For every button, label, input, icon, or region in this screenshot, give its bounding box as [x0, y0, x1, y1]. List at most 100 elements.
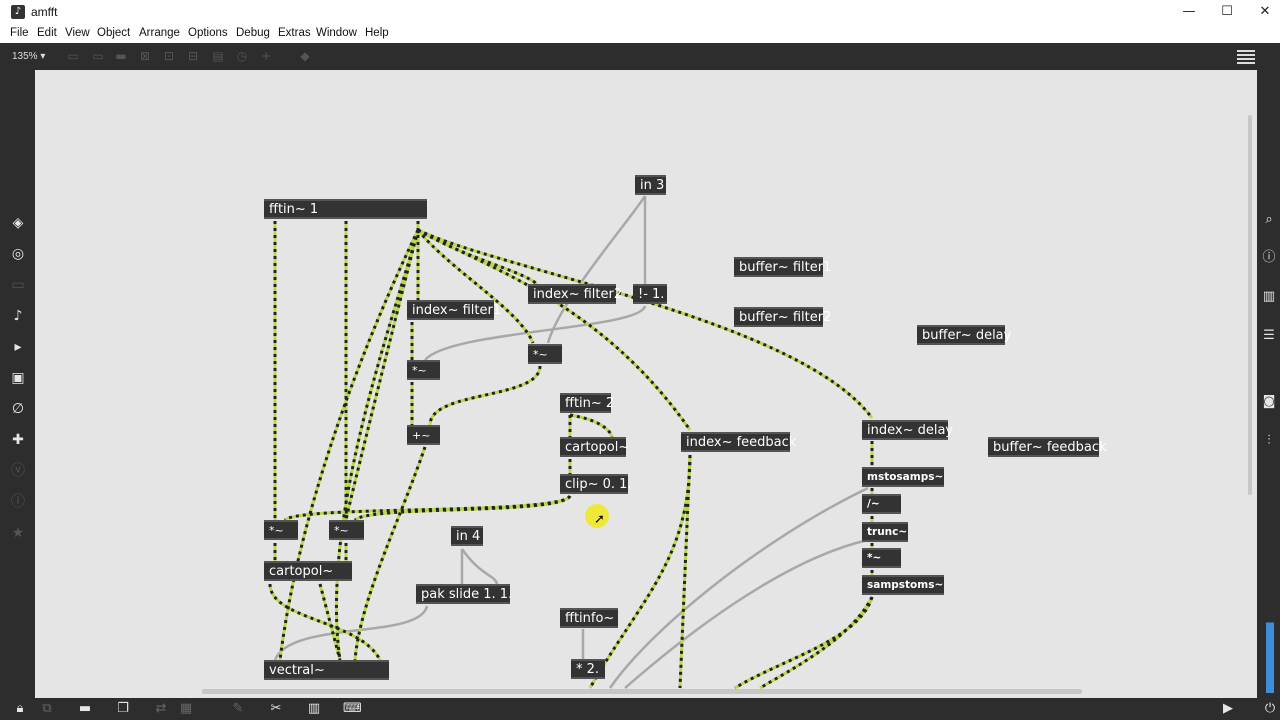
panel-icon[interactable]: ▭ — [8, 275, 28, 295]
vertical-scrollbar[interactable] — [1248, 115, 1252, 495]
multiply-signal-object[interactable]: *~ — [264, 520, 298, 540]
in-3-object[interactable]: in 3 — [635, 175, 666, 195]
horizontal-scrollbar[interactable] — [202, 689, 1082, 694]
grid-snap-icon[interactable]: ▦ — [177, 701, 195, 717]
play-grid-icon[interactable]: ▸ — [8, 337, 28, 357]
piano-icon[interactable]: ▥ — [305, 701, 323, 717]
multiply-object[interactable]: * 2. — [571, 659, 605, 679]
menu-object[interactable]: Object — [97, 27, 130, 39]
divide-signal-object[interactable]: /~ — [862, 494, 901, 514]
package-icon[interactable]: ◈ — [8, 213, 28, 233]
multiply-signal-object[interactable]: *~ — [407, 360, 440, 380]
vectral-object[interactable]: vectral~ — [264, 660, 389, 680]
new-comment-icon[interactable]: ▬ — [114, 49, 128, 63]
index-feedback-object[interactable]: index~ feedback — [681, 432, 796, 452]
patcher-canvas[interactable]: fftin~ 1 in 3 index~ filter2 !- 1. buffe… — [35, 70, 1257, 698]
new-number-icon[interactable]: ▤ — [211, 49, 225, 63]
buffer-feedback-object[interactable]: buffer~ feedback — [988, 437, 1107, 457]
index-delay-object[interactable]: index~ delay — [862, 420, 953, 440]
mixer-icon[interactable]: ⫶ — [1259, 431, 1279, 451]
buffer-filter2-object[interactable]: buffer~ filter2 — [734, 307, 831, 327]
right-sidebar: ⌕ ⓘ ▥ ☰ ◙ ⫶ — [1257, 70, 1280, 698]
buffer-delay-object[interactable]: buffer~ delay — [917, 325, 1011, 345]
buffer-filter1-object[interactable]: buffer~ filter1 — [734, 257, 831, 277]
mouse-pointer-icon: ➚ — [594, 512, 605, 527]
menu-view[interactable]: View — [65, 27, 90, 39]
in-4-object[interactable]: in 4 — [451, 526, 483, 546]
index-filter1-object[interactable]: index~ filter1 — [407, 300, 501, 320]
add-signal-object[interactable]: +~ — [407, 425, 440, 445]
lock-icon[interactable]: 🔒︎ — [11, 701, 29, 717]
power-icon[interactable]: ⏻ — [1261, 701, 1279, 717]
menu-bar: File Edit View Object Arrange Options De… — [0, 24, 1280, 43]
menu-debug[interactable]: Debug — [236, 27, 270, 39]
search-icon[interactable]: ⌕ — [1259, 210, 1279, 230]
new-object-icon[interactable]: ▭ — [66, 49, 80, 63]
patch-cords — [268, 195, 874, 690]
patcher-toolbar: 135% ▾ ▭ ▭ ▬ ⊠ ⊡ ⊟ ▤ ◷ + ◆ — [0, 43, 1280, 70]
info-circle-icon[interactable]: ⓘ — [8, 492, 28, 512]
cartopol-object[interactable]: cartopol~ — [560, 437, 629, 457]
menu-help[interactable]: Help — [365, 27, 389, 39]
sampstoms-object[interactable]: sampstoms~ — [862, 575, 944, 595]
new-slider-icon[interactable]: ⊟ — [186, 49, 200, 63]
star-icon[interactable]: ★ — [8, 523, 28, 543]
menu-extras[interactable]: Extras — [278, 27, 311, 39]
index-filter2-object[interactable]: index~ filter2 — [528, 284, 622, 304]
zoom-level[interactable]: 135% ▾ — [12, 51, 45, 62]
cord-in4-pak-2 — [460, 548, 499, 585]
new-button-icon[interactable]: ⊠ — [138, 49, 152, 63]
keyboard-icon[interactable]: ⌨ — [343, 701, 362, 717]
presentation-icon[interactable]: ⧉ — [38, 701, 56, 717]
plugin-icon[interactable]: ✚ — [8, 430, 28, 450]
max-app-icon: ♪ — [11, 5, 25, 19]
menu-arrange[interactable]: Arrange — [139, 27, 180, 39]
fftin-1-object[interactable]: fftin~ 1 — [264, 199, 427, 219]
clip-object[interactable]: clip~ 0. 1. — [560, 474, 632, 494]
multiply-signal-object[interactable]: *~ — [862, 548, 901, 568]
fftinfo-object[interactable]: fftinfo~ — [560, 608, 618, 628]
cartopol-object[interactable]: cartopol~ — [264, 561, 352, 581]
grid-view-icon[interactable] — [1237, 48, 1255, 64]
book-icon[interactable]: ▥ — [1259, 287, 1279, 307]
cord-mstosamps-1 — [608, 486, 869, 689]
fftin-2-object[interactable]: fftin~ 2 — [560, 393, 614, 413]
menu-file[interactable]: File — [10, 27, 29, 39]
wrench-icon[interactable]: ✂ — [267, 701, 285, 717]
trunc-object[interactable]: trunc~ — [862, 522, 908, 542]
comment-icon[interactable]: ▬ — [76, 701, 94, 717]
left-sidebar: ◈ ◎ ▭ ♪ ▸ ▣ ∅ ✚ ⓥ ⓘ ★ — [0, 70, 35, 698]
window-title: amfft — [31, 5, 58, 19]
multiply-signal-object[interactable]: *~ — [329, 520, 364, 540]
debug-icon[interactable]: ✎ — [229, 701, 247, 717]
windows-icon[interactable]: ❐ — [114, 701, 132, 717]
menu-window[interactable]: Window — [316, 27, 357, 39]
add-object-icon[interactable]: + — [259, 49, 273, 63]
mstosamps-object[interactable]: mstosamps~ — [862, 467, 944, 487]
mixer-icon[interactable]: ⇄ — [152, 701, 170, 717]
info-icon[interactable]: ⓘ — [1259, 248, 1279, 268]
new-toggle-icon[interactable]: ⊡ — [162, 49, 176, 63]
menu-edit[interactable]: Edit — [37, 27, 57, 39]
music-note-icon[interactable]: ♪ — [8, 306, 28, 326]
pak-slide-object[interactable]: pak slide 1. 1. — [416, 584, 512, 604]
new-dial-icon[interactable]: ◷ — [235, 49, 249, 63]
title-bar: ♪ amfft — ☐ ✕ — [0, 0, 1280, 24]
camera-icon[interactable]: ◙ — [1259, 392, 1279, 412]
close-button[interactable]: ✕ — [1244, 0, 1280, 24]
minimize-button[interactable]: — — [1168, 0, 1210, 24]
new-message-icon[interactable]: ▭ — [91, 49, 105, 63]
paperclip-icon[interactable]: ∅ — [8, 399, 28, 419]
cord-in3-times — [546, 195, 647, 344]
maximize-button[interactable]: ☐ — [1206, 0, 1248, 24]
play-circle-icon[interactable]: ▶ — [1219, 701, 1237, 717]
paint-bucket-icon[interactable]: ◆ — [298, 49, 312, 63]
multiply-signal-object[interactable]: *~ — [528, 344, 562, 364]
target-icon[interactable]: ◎ — [8, 244, 28, 264]
image-icon[interactable]: ▣ — [8, 368, 28, 388]
not-minus-object[interactable]: !- 1. — [633, 284, 667, 304]
audio-level-meter — [1266, 605, 1274, 693]
v-icon[interactable]: ⓥ — [8, 461, 28, 481]
menu-options[interactable]: Options — [188, 27, 228, 39]
list-icon[interactable]: ☰ — [1259, 326, 1279, 346]
